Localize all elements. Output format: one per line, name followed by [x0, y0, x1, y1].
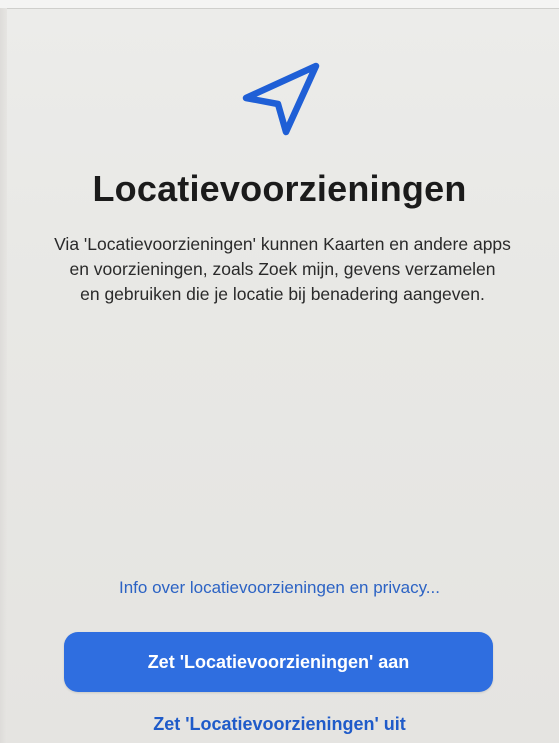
location-services-screen: Locatievoorzieningen Via 'Locatievoorzie…	[0, 0, 559, 743]
description: Via 'Locatievoorzieningen' kunnen Kaarte…	[20, 232, 545, 307]
description-line: Via 'Locatievoorzieningen' kunnen Kaarte…	[54, 234, 511, 254]
page-title: Locatievoorzieningen	[92, 168, 467, 209]
enable-location-services-button[interactable]: Zet 'Locatievoorzieningen' aan	[64, 632, 493, 692]
screen-left-edge	[0, 8, 7, 743]
disable-location-services-button[interactable]: Zet 'Locatievoorzieningen' uit	[0, 714, 559, 735]
privacy-info-link[interactable]: Info over locatievoorzieningen en privac…	[0, 578, 559, 598]
screen-top-edge	[0, 0, 559, 9]
description-line: en gebruiken die je locatie bij benaderi…	[80, 284, 485, 304]
location-arrow-icon	[242, 62, 320, 136]
description-line: en voorzieningen, zoals Zoek mijn, geven…	[69, 259, 496, 279]
